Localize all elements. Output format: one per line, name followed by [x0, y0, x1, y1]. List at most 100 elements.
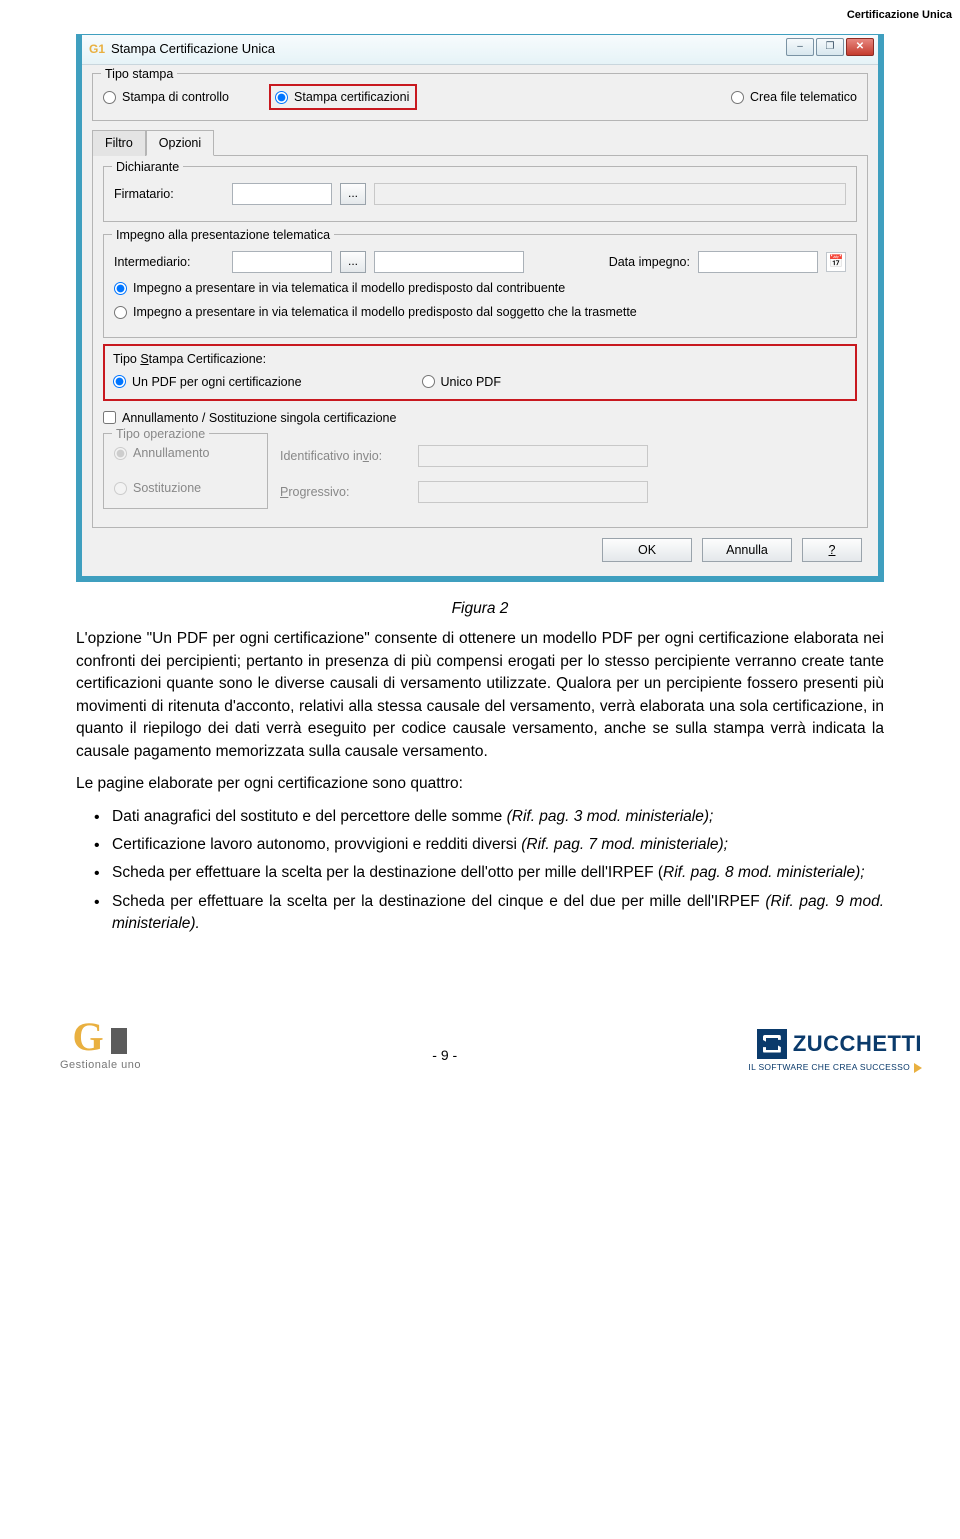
legend-impegno: Impegno alla presentazione telematica — [112, 226, 334, 244]
window-title: Stampa Certificazione Unica — [111, 40, 275, 59]
app-icon: G1 — [89, 41, 105, 57]
document-body: Figura 2 L'opzione "Un PDF per ogni cert… — [0, 582, 960, 936]
lbl-tsc-post: tampa Certificazione: — [149, 352, 266, 366]
lbl-tsc-u: S — [140, 352, 148, 366]
lbl-tsc-pre: Tipo — [113, 352, 140, 366]
help-button-label: ? — [829, 541, 836, 559]
legend-dichiarante: Dichiarante — [112, 158, 183, 176]
label-progressivo: Progressivo: — [280, 483, 410, 501]
radio-stampa-controllo[interactable]: Stampa di controllo — [103, 88, 229, 106]
legend-tipo-stampa: Tipo stampa — [101, 65, 177, 83]
radio-stampa-certificazioni-input[interactable] — [275, 91, 288, 104]
radio-un-pdf-label: Un PDF per ogni certificazione — [132, 373, 302, 391]
dialog-window: G1 Stampa Certificazione Unica – ❐ ✕ Tip… — [76, 34, 884, 582]
zucchetti-tag-text: IL SOFTWARE CHE CREA SUCCESSO — [748, 1061, 910, 1073]
tab-opzioni[interactable]: Opzioni — [146, 130, 214, 156]
radio-unico-pdf[interactable]: Unico PDF — [422, 373, 501, 391]
radio-impegno-soggetto-label: Impegno a presentare in via telematica i… — [133, 303, 637, 321]
li-text: Certificazione lavoro autonomo, provvigi… — [112, 836, 521, 853]
radio-stampa-certificazioni-label: Stampa certificazioni — [294, 88, 409, 106]
radio-sostituzione-input — [114, 482, 127, 495]
radio-crea-telematico-label: Crea file telematico — [750, 88, 857, 106]
li-ital: (Rif. pag. 3 mod. ministeriale); — [507, 808, 714, 825]
li-text: Dati anagrafici del sostituto e del perc… — [112, 808, 507, 825]
list-item: Scheda per effettuare la scelta per la d… — [94, 891, 884, 936]
radio-impegno-soggetto-input[interactable] — [114, 306, 127, 319]
figure-caption: Figura 2 — [76, 598, 884, 620]
fieldset-tipo-operazione: Tipo operazione Annullamento S — [103, 433, 268, 508]
li-ital: Rif. pag. 8 mod. ministeriale); — [663, 864, 865, 881]
label-id-invio: Identificativo invio: — [280, 447, 410, 465]
tab-filtro[interactable]: Filtro — [92, 130, 146, 156]
radio-crea-telematico-input[interactable] — [731, 91, 744, 104]
radio-impegno-contribuente[interactable]: Impegno a presentare in via telematica i… — [114, 279, 565, 297]
zucchetti-mark-icon — [757, 1029, 787, 1059]
input-data-impegno[interactable] — [698, 251, 818, 273]
radio-annullamento-input — [114, 447, 127, 460]
check-annullamento-input[interactable] — [103, 411, 116, 424]
radio-stampa-certificazioni[interactable]: Stampa certificazioni — [275, 88, 409, 106]
close-button[interactable]: ✕ — [846, 38, 874, 56]
g1-mark-icon: G — [73, 1014, 129, 1056]
list-item: Dati anagrafici del sostituto e del perc… — [94, 806, 884, 828]
lookup-firmatario-button[interactable]: ... — [340, 183, 366, 205]
logo-gestionale-uno: G Gestionale uno — [60, 1014, 141, 1074]
page-header: Certificazione Unica — [0, 0, 960, 28]
page-number: - 9 - — [432, 1045, 457, 1073]
check-annullamento[interactable]: Annullamento / Sostituzione singola cert… — [103, 409, 396, 427]
tab-panel-opzioni: Dichiarante Firmatario: ... Impegno alla… — [92, 155, 868, 528]
minimize-button[interactable]: – — [786, 38, 814, 56]
zucchetti-tagline: IL SOFTWARE CHE CREA SUCCESSO — [748, 1061, 922, 1073]
radio-sostituzione-label: Sostituzione — [133, 479, 201, 497]
radio-un-pdf-input[interactable] — [113, 375, 126, 388]
radio-annullamento-label: Annullamento — [133, 444, 209, 462]
cancel-button[interactable]: Annulla — [702, 538, 792, 562]
tab-opzioni-label: Opzioni — [159, 136, 201, 150]
input-intermediario-code[interactable] — [232, 251, 332, 273]
tab-strip: Filtro Opzioni — [92, 129, 868, 155]
highlight-tipo-stampa-cert: Tipo Stampa Certificazione: Un PDF per o… — [103, 344, 857, 400]
help-button[interactable]: ? — [802, 538, 862, 562]
window-body: Tipo stampa Stampa di controllo Stampa c… — [82, 65, 878, 576]
radio-crea-telematico[interactable]: Crea file telematico — [731, 88, 857, 106]
radio-annullamento: Annullamento — [114, 444, 209, 462]
input-firmatario-code[interactable] — [232, 183, 332, 205]
highlight-stampa-certificazioni: Stampa certificazioni — [269, 84, 417, 110]
check-annullamento-label: Annullamento / Sostituzione singola cert… — [122, 409, 396, 427]
radio-un-pdf[interactable]: Un PDF per ogni certificazione — [113, 373, 302, 391]
radio-unico-pdf-input[interactable] — [422, 375, 435, 388]
input-firmatario-desc — [374, 183, 846, 205]
input-intermediario-desc[interactable] — [374, 251, 524, 273]
radio-sostituzione: Sostituzione — [114, 479, 201, 497]
lookup-intermediario-button[interactable]: ... — [340, 251, 366, 273]
label-tipo-stampa-cert: Tipo Stampa Certificazione: — [113, 350, 847, 368]
maximize-button[interactable]: ❐ — [816, 38, 844, 56]
screenshot-container: G1 Stampa Certificazione Unica – ❐ ✕ Tip… — [0, 28, 960, 582]
ok-button[interactable]: OK — [602, 538, 692, 562]
input-progressivo — [418, 481, 648, 503]
arrow-icon — [914, 1063, 922, 1073]
list-item: Certificazione lavoro autonomo, provvigi… — [94, 834, 884, 856]
li-text: Scheda per effettuare la scelta per la d… — [112, 893, 765, 910]
li-ital: (Rif. pag. 7 mod. ministeriale); — [521, 836, 728, 853]
calendar-icon[interactable]: 📅 — [826, 252, 846, 272]
window-controls: – ❐ ✕ — [786, 35, 878, 56]
tab-container: Filtro Opzioni Dichiarante Firmatario: .… — [92, 129, 868, 528]
bullet-list: Dati anagrafici del sostituto e del perc… — [76, 806, 884, 936]
paragraph-2: Le pagine elaborate per ogni certificazi… — [76, 773, 884, 795]
legend-tipo-operazione: Tipo operazione — [112, 425, 209, 443]
radio-impegno-soggetto[interactable]: Impegno a presentare in via telematica i… — [114, 303, 637, 321]
label-firmatario: Firmatario: — [114, 185, 224, 203]
lbl-progr-post: rogressivo: — [288, 485, 349, 499]
input-id-invio — [418, 445, 648, 467]
tab-filtro-label: Filtro — [105, 136, 133, 150]
fieldset-dichiarante: Dichiarante Firmatario: ... — [103, 166, 857, 222]
radio-impegno-contribuente-label: Impegno a presentare in via telematica i… — [133, 279, 565, 297]
lbl-idinv-pre: Identificativo in — [280, 449, 363, 463]
radio-stampa-controllo-input[interactable] — [103, 91, 116, 104]
radio-unico-pdf-label: Unico PDF — [441, 373, 501, 391]
paragraph-1: L'opzione "Un PDF per ogni certificazion… — [76, 628, 884, 763]
radio-impegno-contribuente-input[interactable] — [114, 282, 127, 295]
dialog-button-row: OK Annulla ? — [92, 528, 868, 566]
fieldset-impegno: Impegno alla presentazione telematica In… — [103, 234, 857, 338]
